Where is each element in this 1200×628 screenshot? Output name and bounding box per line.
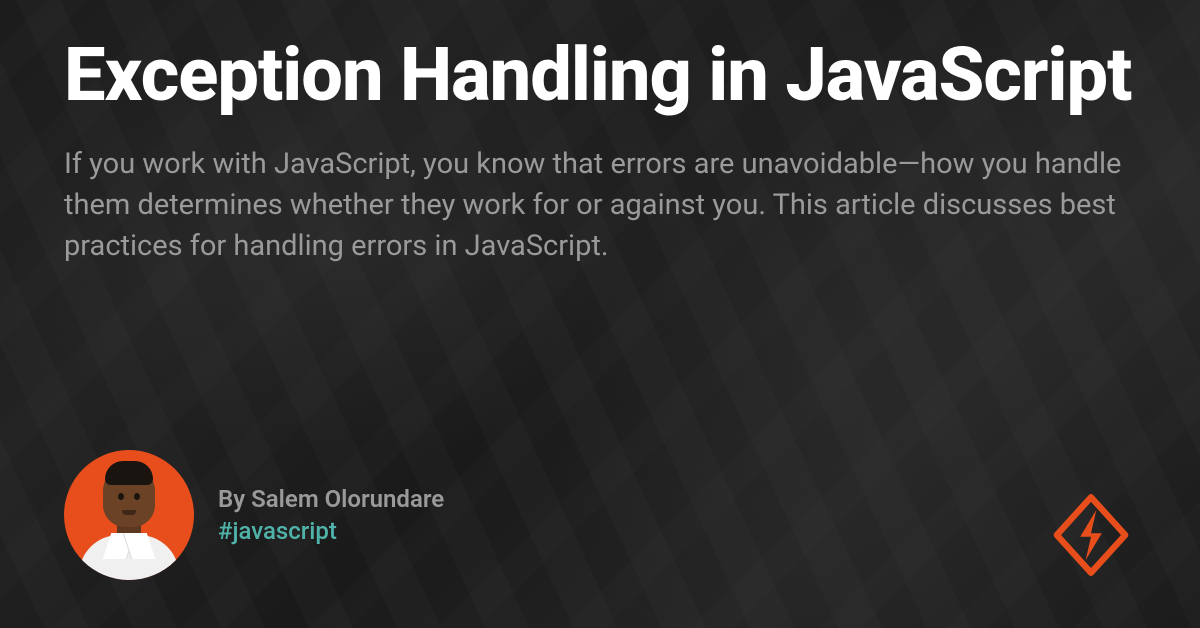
author-info: By Salem Olorundare #javascript	[218, 485, 444, 545]
author-prefix: By	[218, 485, 251, 513]
article-card: Exception Handling in JavaScript If you …	[0, 0, 1200, 628]
author-name-text: Salem Olorundare	[251, 485, 444, 513]
author-byline: By Salem Olorundare	[218, 485, 444, 513]
article-title: Exception Handling in JavaScript	[64, 36, 1136, 116]
article-hashtag: #javascript	[218, 517, 444, 545]
brand-logo-icon	[1046, 490, 1136, 580]
article-description: If you work with JavaScript, you know th…	[64, 144, 1124, 268]
author-avatar	[64, 450, 194, 580]
author-section: By Salem Olorundare #javascript	[64, 450, 1136, 580]
